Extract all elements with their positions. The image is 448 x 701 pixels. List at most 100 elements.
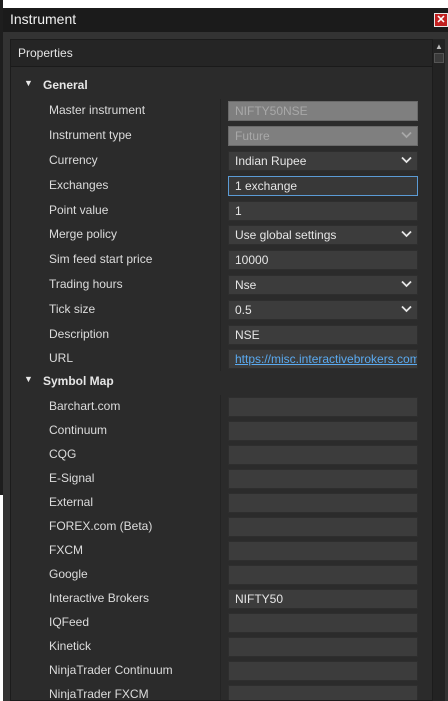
property-row-google: Google	[11, 563, 432, 587]
property-name: Barchart.com	[49, 399, 121, 413]
property-name: Point value	[49, 203, 109, 217]
title-bar: Instrument ✕	[3, 8, 448, 32]
property-name: Continuum	[49, 423, 108, 437]
instrument-window: Instrument ✕ Properties ▼ General Master i…	[3, 8, 448, 701]
property-name: E-Signal	[49, 471, 95, 485]
property-value: 1	[235, 204, 242, 218]
category-general[interactable]: ▼ General	[11, 75, 432, 97]
property-name: Kinetick	[49, 639, 92, 653]
property-row-exchanges: Exchanges 1 exchange	[11, 174, 432, 199]
property-value: Use global settings	[235, 228, 337, 242]
property-row-merge-policy: Merge policy Use global settings	[11, 223, 432, 248]
properties-header: Properties	[11, 40, 432, 67]
value-field-interactive-brokers[interactable]: NIFTY50	[228, 589, 418, 609]
value-field-ninjatrader-fxcm[interactable]	[228, 685, 418, 700]
property-name: CQG	[49, 447, 77, 461]
column-divider	[220, 683, 221, 700]
property-name: NinjaTrader Continuum	[49, 663, 173, 677]
property-value: Indian Rupee	[235, 154, 307, 168]
property-row-description: Description NSE	[11, 323, 432, 347]
value-field-barchart-com[interactable]	[228, 397, 418, 417]
column-divider	[220, 659, 221, 683]
property-name: Currency	[49, 153, 98, 167]
value-field-external[interactable]	[228, 493, 418, 513]
value-field-exchanges[interactable]: 1 exchange	[228, 176, 418, 196]
property-row-external: External	[11, 491, 432, 515]
category-symbol-map[interactable]: ▼ Symbol Map	[11, 371, 432, 393]
property-row-tick-size: Tick size 0.5	[11, 298, 432, 323]
vertical-scrollbar[interactable]: ▲	[433, 39, 445, 701]
dropdown-currency[interactable]: Indian Rupee	[228, 151, 418, 171]
value-field-e-signal[interactable]	[228, 469, 418, 489]
column-divider	[220, 515, 221, 539]
value-field-forex-com-beta[interactable]	[228, 517, 418, 537]
property-value: 10000	[235, 253, 269, 267]
property-row-interactive-brokers: Interactive Brokers NIFTY50	[11, 587, 432, 611]
column-divider	[220, 323, 221, 347]
dropdown-trading-hours[interactable]: Nse	[228, 275, 418, 295]
value-field-cqg[interactable]	[228, 445, 418, 465]
dropdown-tick-size[interactable]: 0.5	[228, 300, 418, 320]
property-row-sim-feed-start-price: Sim feed start price 10000	[11, 248, 432, 273]
value-field-ninjatrader-continuum[interactable]	[228, 661, 418, 681]
property-row-cqg: CQG	[11, 443, 432, 467]
property-row-point-value: Point value 1	[11, 199, 432, 223]
property-value: https://misc.interactivebrokers.com	[235, 352, 418, 366]
property-name: Instrument type	[49, 128, 132, 142]
property-name: FXCM	[49, 543, 83, 557]
property-name: Trading hours	[49, 277, 123, 291]
property-row-barchart-com: Barchart.com	[11, 395, 432, 419]
dropdown-merge-policy[interactable]: Use global settings	[228, 225, 418, 245]
value-field-sim-feed-start-price[interactable]: 10000	[228, 250, 418, 270]
column-divider	[220, 99, 221, 124]
property-name: FOREX.com (Beta)	[49, 519, 153, 533]
value-field-kinetick[interactable]	[228, 637, 418, 657]
value-field-iqfeed[interactable]	[228, 613, 418, 633]
column-divider	[220, 611, 221, 635]
column-divider	[220, 443, 221, 467]
chevron-down-icon[interactable]	[401, 227, 412, 241]
chevron-down-icon[interactable]: ▼	[24, 78, 34, 88]
scrollbar-thumb[interactable]	[434, 53, 444, 63]
property-name: NinjaTrader FXCM	[49, 687, 149, 701]
value-field-master-instrument: NIFTY50NSE	[228, 101, 418, 121]
column-divider	[220, 395, 221, 419]
property-name: IQFeed	[49, 615, 90, 629]
value-field-google[interactable]	[228, 565, 418, 585]
value-field-fxcm[interactable]	[228, 541, 418, 561]
chevron-down-icon[interactable]	[401, 302, 412, 316]
value-field-continuum[interactable]	[228, 421, 418, 441]
column-divider	[220, 149, 221, 174]
value-field-point-value[interactable]: 1	[228, 201, 418, 221]
dropdown-instrument-type: Future	[228, 126, 418, 146]
chevron-down-icon[interactable]: ▼	[24, 374, 34, 384]
category-label: General	[43, 78, 88, 92]
property-name: External	[49, 495, 94, 509]
property-value: 0.5	[235, 303, 252, 317]
property-value: NIFTY50	[235, 592, 284, 606]
property-value: Nse	[235, 278, 257, 292]
chevron-down-icon[interactable]	[401, 277, 412, 291]
close-icon[interactable]: ✕	[434, 13, 448, 27]
category-label: Symbol Map	[43, 374, 114, 388]
column-divider	[220, 223, 221, 248]
chevron-down-icon[interactable]	[401, 153, 412, 167]
property-name: URL	[49, 351, 74, 365]
property-name: Interactive Brokers	[49, 591, 150, 605]
property-name: Description	[49, 327, 110, 341]
value-field-url[interactable]: https://misc.interactivebrokers.com	[228, 349, 418, 369]
property-row-ninjatrader-fxcm: NinjaTrader FXCM	[11, 683, 432, 701]
property-value: NSE	[235, 328, 260, 342]
column-divider	[220, 199, 221, 223]
value-field-description[interactable]: NSE	[228, 325, 418, 345]
property-name: Sim feed start price	[49, 252, 153, 266]
column-divider	[220, 467, 221, 491]
property-row-forex-com-beta: FOREX.com (Beta)	[11, 515, 432, 539]
properties-header-label: Properties	[18, 46, 73, 60]
scroll-up-icon[interactable]: ▲	[434, 41, 444, 53]
column-divider	[220, 124, 221, 149]
property-row-kinetick: Kinetick	[11, 635, 432, 659]
property-row-trading-hours: Trading hours Nse	[11, 273, 432, 298]
property-name: Merge policy	[49, 227, 118, 241]
property-name: Tick size	[49, 302, 96, 316]
